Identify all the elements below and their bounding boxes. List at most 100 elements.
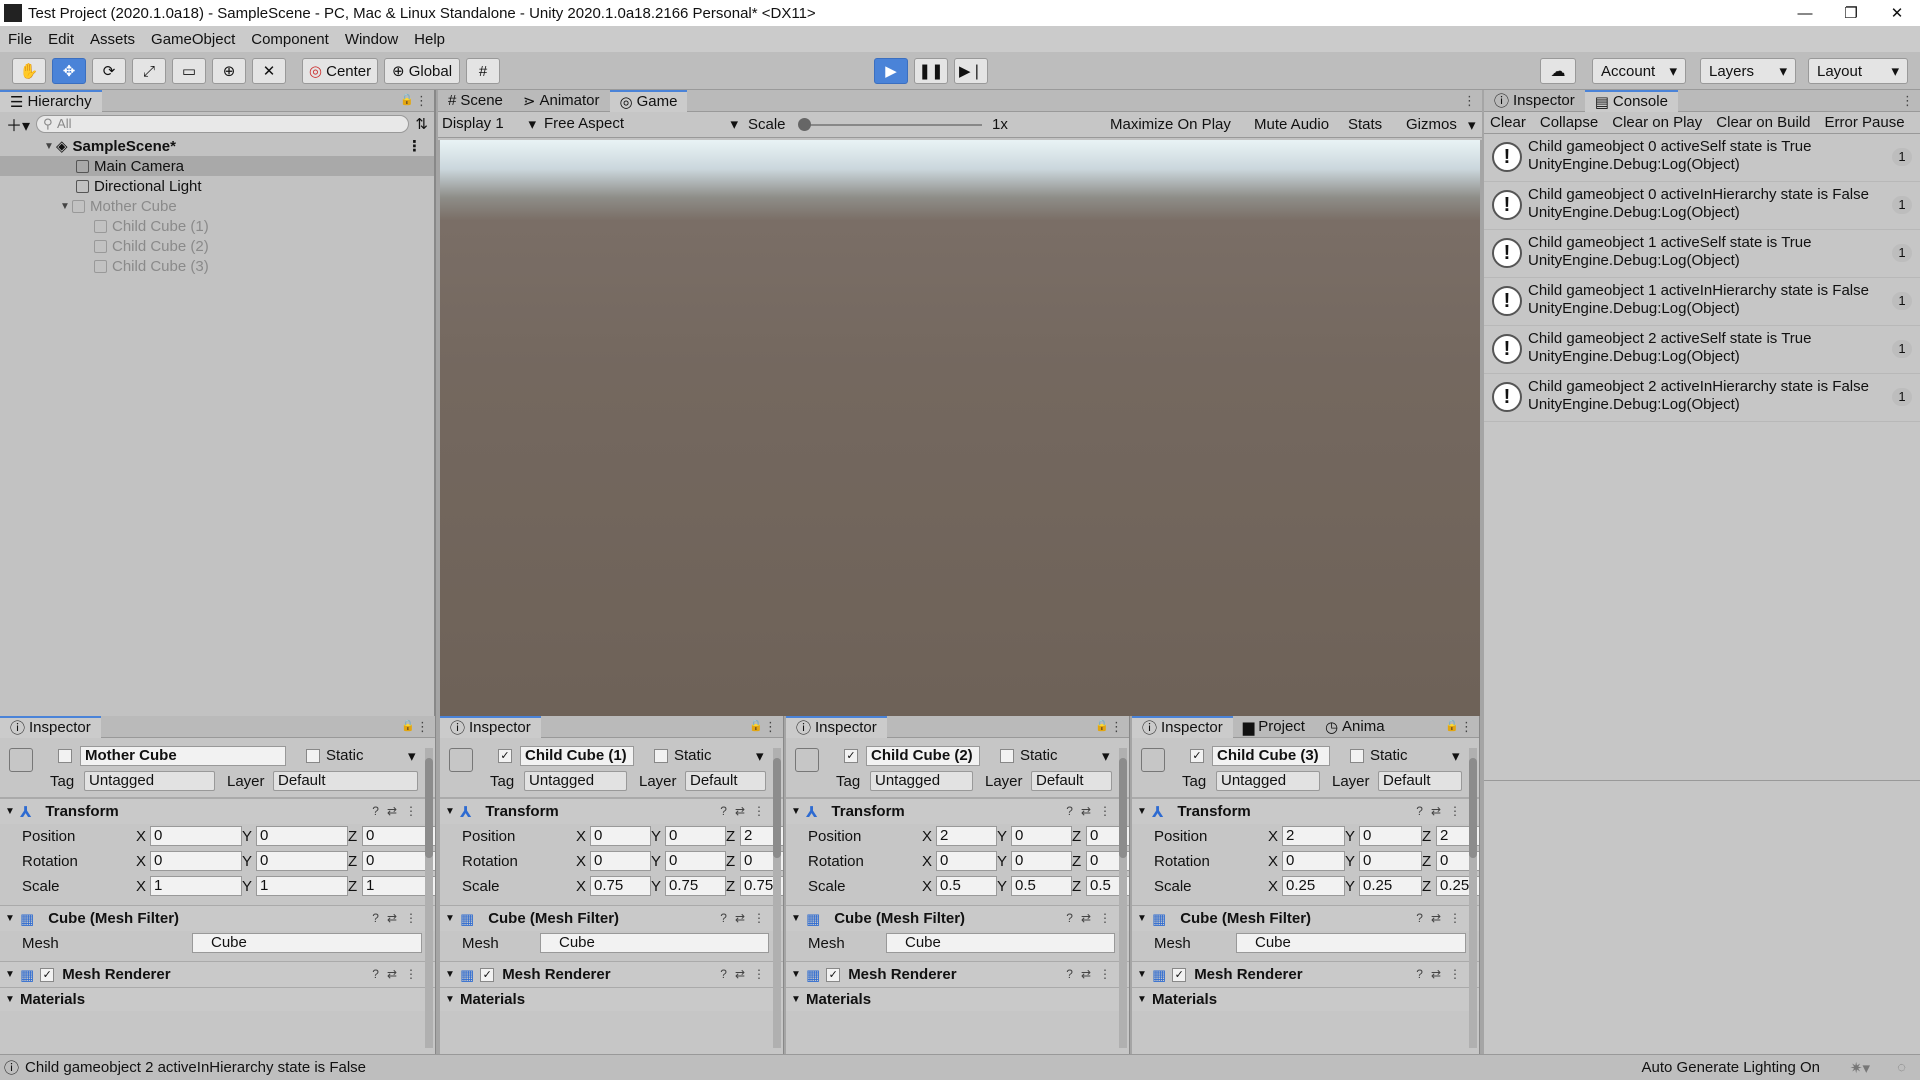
menu-component[interactable]: Component	[243, 31, 337, 48]
active-checkbox[interactable]: ✓	[1190, 749, 1204, 763]
gameobject-icon[interactable]	[9, 748, 33, 772]
collapse-triangle-icon[interactable]: ▼	[440, 913, 460, 924]
component-actions-icon[interactable]: ?⇄⋮	[1416, 804, 1469, 818]
position-x-field[interactable]: 2	[1282, 826, 1345, 846]
collapse-triangle-icon[interactable]: ▼	[786, 969, 806, 980]
gameobject-name-field[interactable]: Child Cube (2)	[866, 746, 980, 766]
tag-dropdown[interactable]: Untagged	[524, 771, 627, 791]
materials-foldout[interactable]: ▼ Materials	[0, 987, 435, 1011]
pivot-center-button[interactable]: ◎ Center	[302, 58, 378, 84]
chevron-down-icon[interactable]: ▾	[756, 747, 764, 765]
tab-animator[interactable]: ⋗ Animator	[513, 90, 610, 112]
close-icon[interactable]: ✕	[1874, 0, 1920, 26]
inspector-scrollbar[interactable]	[1119, 748, 1127, 1048]
scale-y-field[interactable]: 0.5	[1011, 876, 1072, 896]
scale-x-field[interactable]: 0.5	[936, 876, 997, 896]
layer-dropdown[interactable]: Default	[1031, 771, 1112, 791]
minimize-icon[interactable]: —	[1782, 0, 1828, 26]
static-checkbox[interactable]	[654, 749, 668, 763]
sort-icon[interactable]: ⇅	[415, 115, 428, 133]
layer-dropdown[interactable]: Default	[1378, 771, 1462, 791]
lock-icon[interactable]: 🔒	[749, 719, 763, 732]
hierarchy-search-input[interactable]: ⚲ All	[36, 115, 410, 133]
rotation-x-field[interactable]: 0	[936, 851, 997, 871]
aspect-dropdown[interactable]: Free Aspect ▾	[544, 115, 738, 133]
component-actions-icon[interactable]: ?⇄⋮	[1066, 967, 1119, 981]
component-actions-icon[interactable]: ?⇄⋮	[720, 804, 773, 818]
tab-hierarchy[interactable]: ☰ Hierarchy	[0, 89, 102, 112]
collapse-triangle-icon[interactable]: ▼	[440, 994, 460, 1005]
scale-slider[interactable]	[798, 118, 982, 131]
expand-triangle-icon[interactable]: ▼	[42, 141, 56, 152]
mesh-object-field[interactable]: Cube	[886, 933, 1115, 953]
mesh-renderer-component-header[interactable]: ▼ ▦ ✓ Mesh Renderer ?⇄⋮	[1132, 961, 1479, 987]
more-icon[interactable]: ⋮	[764, 719, 777, 735]
active-checkbox[interactable]: ✓	[844, 749, 858, 763]
static-checkbox[interactable]	[1000, 749, 1014, 763]
step-button[interactable]: ▶❘	[954, 58, 988, 84]
collapse-triangle-icon[interactable]: ▼	[440, 969, 460, 980]
hierarchy-item-directional-light[interactable]: Directional Light	[0, 176, 434, 196]
stats-toggle[interactable]: Stats	[1348, 116, 1382, 133]
cloud-icon[interactable]: ☁	[1540, 58, 1576, 84]
gameobject-icon[interactable]	[449, 748, 473, 772]
component-actions-icon[interactable]: ?⇄⋮	[720, 911, 773, 925]
tab-console[interactable]: ▤ Console	[1584, 89, 1678, 112]
inspector-scrollbar[interactable]	[1469, 748, 1477, 1048]
hierarchy-item-main-camera[interactable]: Main Camera	[0, 156, 434, 176]
transform-component-header[interactable]: ▼ ⅄ Transform ?⇄⋮	[1132, 798, 1479, 824]
lock-icon[interactable]: 🔒	[401, 719, 415, 732]
scrollbar-thumb[interactable]	[425, 758, 433, 858]
component-actions-icon[interactable]: ?⇄⋮	[1066, 911, 1119, 925]
console-collapse-toggle[interactable]: Collapse	[1540, 114, 1598, 131]
component-actions-icon[interactable]: ?⇄⋮	[372, 967, 425, 981]
scene-row[interactable]: ▼ ◈ SampleScene* ⋮	[0, 136, 434, 156]
enabled-checkbox[interactable]: ✓	[1172, 967, 1187, 982]
position-x-field[interactable]: 0	[150, 826, 242, 846]
enabled-checkbox[interactable]: ✓	[480, 967, 495, 982]
transform-component-header[interactable]: ▼ ⅄ Transform ?⇄⋮	[0, 798, 435, 824]
more-icon[interactable]: ⋮	[415, 93, 428, 109]
console-clear-on-play-toggle[interactable]: Clear on Play	[1612, 114, 1702, 131]
hierarchy-item-mother-cube[interactable]: ▼ Mother Cube	[0, 196, 434, 216]
mute-audio-toggle[interactable]: Mute Audio	[1254, 116, 1329, 133]
gizmos-toggle[interactable]: Gizmos	[1406, 116, 1457, 133]
add-icon[interactable]: ＋▾	[6, 112, 30, 136]
collapse-triangle-icon[interactable]: ▼	[786, 913, 806, 924]
position-x-field[interactable]: 0	[590, 826, 651, 846]
maximize-on-play-toggle[interactable]: Maximize On Play	[1110, 116, 1231, 133]
rotation-x-field[interactable]: 0	[590, 851, 651, 871]
rotation-x-field[interactable]: 0	[1282, 851, 1345, 871]
mesh-filter-component-header[interactable]: ▼ ▦ Cube (Mesh Filter) ?⇄⋮	[440, 905, 783, 931]
collapse-triangle-icon[interactable]: ▼	[786, 994, 806, 1005]
component-actions-icon[interactable]: ?⇄⋮	[372, 804, 425, 818]
console-log-row[interactable]: ! Child gameobject 2 activeSelf state is …	[1484, 326, 1920, 374]
collapse-triangle-icon[interactable]: ▼	[1132, 969, 1152, 980]
chevron-down-icon[interactable]: ▾	[1468, 116, 1476, 134]
mesh-renderer-component-header[interactable]: ▼ ▦ ✓ Mesh Renderer ?⇄⋮	[0, 961, 435, 987]
tab-game[interactable]: ◎ Game	[609, 89, 688, 112]
tab-inspector[interactable]: ⓘ Inspector	[440, 716, 541, 738]
menu-edit[interactable]: Edit	[40, 31, 82, 48]
lock-icon[interactable]: 🔒	[1445, 719, 1459, 732]
rotation-x-field[interactable]: 0	[150, 851, 242, 871]
slider-handle[interactable]	[798, 118, 811, 131]
chevron-down-icon[interactable]: ▾	[1102, 747, 1110, 765]
hand-tool-icon[interactable]: ✋	[12, 58, 46, 84]
scale-y-field[interactable]: 0.25	[1359, 876, 1422, 896]
tab-scene[interactable]: # Scene	[438, 90, 513, 112]
layers-dropdown[interactable]: Layers ▾	[1700, 58, 1796, 84]
console-log-row[interactable]: ! Child gameobject 0 activeInHierarchy st…	[1484, 182, 1920, 230]
menu-assets[interactable]: Assets	[82, 31, 143, 48]
scale-x-field[interactable]: 0.25	[1282, 876, 1345, 896]
hierarchy-item-child-cube-2[interactable]: Child Cube (2)	[0, 236, 434, 256]
tag-dropdown[interactable]: Untagged	[870, 771, 973, 791]
play-button[interactable]: ▶	[874, 58, 908, 84]
scrollbar-thumb[interactable]	[773, 758, 781, 858]
scale-tool-icon[interactable]: ⤢	[132, 58, 166, 84]
gameobject-name-field[interactable]: Mother Cube	[80, 746, 286, 766]
component-actions-icon[interactable]: ?⇄⋮	[1416, 911, 1469, 925]
layout-dropdown[interactable]: Layout ▾	[1808, 58, 1908, 84]
mesh-filter-component-header[interactable]: ▼ ▦ Cube (Mesh Filter) ?⇄⋮	[1132, 905, 1479, 931]
console-log-row[interactable]: ! Child gameobject 1 activeSelf state is …	[1484, 230, 1920, 278]
